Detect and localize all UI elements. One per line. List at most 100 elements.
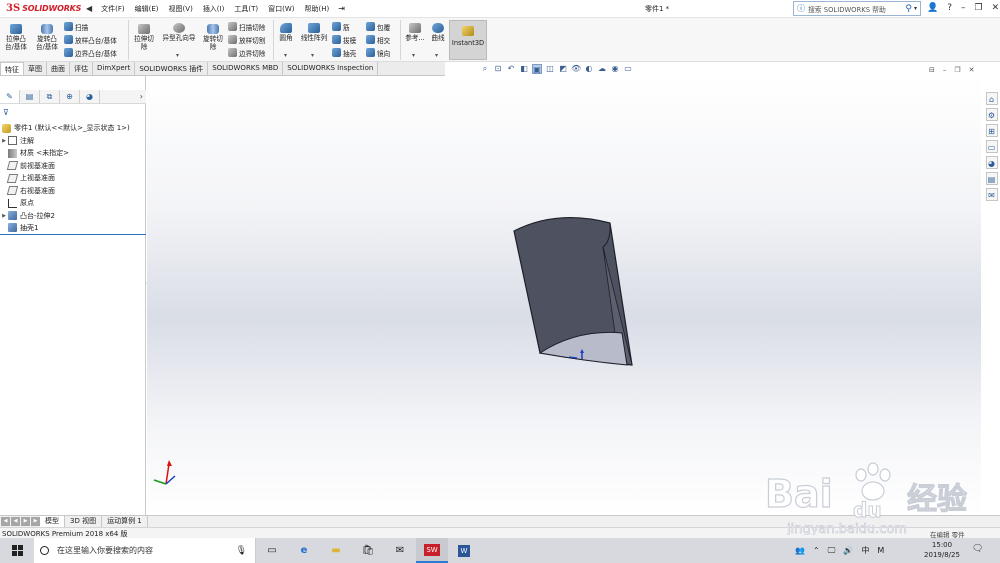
featuremanager-tab-icon[interactable]: ✎ — [0, 90, 20, 103]
expand-icon[interactable]: ▶ — [0, 213, 8, 219]
rib-button[interactable]: 筋 — [332, 21, 350, 32]
home-icon[interactable]: ⌂ — [985, 92, 998, 105]
dynamic-annotation-icon[interactable]: ▣ — [532, 64, 542, 74]
prev-tab-icon[interactable]: ◀ — [11, 517, 20, 526]
notification-center-icon[interactable]: 🗨 — [972, 544, 983, 554]
pin-icon[interactable]: ⇥ — [338, 4, 345, 13]
reference-geometry-button[interactable]: 参考... — [403, 23, 427, 42]
mail-button[interactable]: ✉ — [384, 538, 416, 563]
propertymanager-tab-icon[interactable]: ▤ — [20, 90, 40, 103]
menu-help[interactable]: 帮助(H) — [299, 4, 334, 14]
last-tab-icon[interactable]: ▶ — [31, 517, 40, 526]
help-search-input[interactable]: 搜索 SOLIDWORKS 帮助 — [808, 4, 905, 14]
appearances-icon[interactable]: ◕ — [985, 156, 998, 169]
hole-wizard-dropdown-icon[interactable]: ▾ — [176, 52, 179, 59]
forum-icon[interactable]: ✉ — [985, 188, 998, 201]
ime-indicator[interactable]: 中 — [861, 545, 869, 556]
tree-item-front-plane[interactable]: 前视基准面 — [0, 160, 146, 173]
taskbar-search-input[interactable]: 在这里输入你要搜索的内容 — [57, 545, 236, 556]
tab-features[interactable]: 特征 — [0, 62, 24, 75]
tree-item-origin[interactable]: 原点 — [0, 197, 146, 210]
custom-properties-icon[interactable]: ▤ — [985, 172, 998, 185]
menu-window[interactable]: 窗口(W) — [263, 4, 299, 14]
extrude-cut-button[interactable]: 拉伸切 除 — [131, 24, 157, 51]
tree-item-right-plane[interactable]: 右视基准面 — [0, 185, 146, 198]
network-icon[interactable]: 🖵 — [828, 546, 836, 556]
design-library-icon[interactable]: ⊞ — [985, 124, 998, 137]
solidworks-taskbar-button[interactable]: SW — [416, 538, 448, 563]
clock[interactable]: 15:00 2019/8/25 — [920, 540, 964, 560]
doc-close-icon[interactable]: ✕ — [969, 66, 975, 74]
doc-minimize-icon[interactable]: – — [943, 66, 947, 74]
file-explorer-icon[interactable]: ▭ — [985, 140, 998, 153]
curves-dropdown-icon[interactable]: ▾ — [435, 52, 438, 59]
word-button[interactable]: W — [448, 538, 480, 563]
tab-model[interactable]: 模型 — [40, 516, 65, 527]
show-hidden-icons-icon[interactable]: ⌃ — [813, 546, 820, 555]
start-button[interactable] — [0, 538, 34, 563]
view-settings-icon[interactable]: ◉ — [610, 64, 620, 74]
zoom-to-fit-icon[interactable]: ⌕ — [480, 64, 490, 74]
menu-edit[interactable]: 编辑(E) — [130, 4, 164, 14]
lofted-cut-button[interactable]: 放样切割 — [228, 34, 265, 45]
intersect-button[interactable]: 相交 — [366, 34, 390, 45]
displaymanager-tab-icon[interactable]: ◕ — [80, 90, 100, 103]
draft-button[interactable]: 拔模 — [332, 34, 356, 45]
task-view-button[interactable]: ▭ — [256, 538, 288, 563]
first-tab-icon[interactable]: ◀ — [1, 517, 10, 526]
help-search-box[interactable]: ⓘ 搜索 SOLIDWORKS 帮助 ⚲ ▾ — [793, 1, 921, 16]
display-style-icon[interactable]: ◩ — [558, 64, 568, 74]
solidworks-logo[interactable]: 3S SOLIDWORKS — [0, 0, 82, 18]
edge-button[interactable]: e — [288, 538, 320, 563]
curves-button[interactable]: 曲线 — [428, 23, 448, 42]
fillet-dropdown-icon[interactable]: ▾ — [284, 52, 287, 59]
search-icon[interactable]: ⚲ — [905, 4, 912, 14]
next-tab-icon[interactable]: ▶ — [21, 517, 30, 526]
tab-addins[interactable]: SOLIDWORKS 插件 — [135, 62, 209, 75]
menu-tools[interactable]: 工具(T) — [229, 4, 263, 14]
menu-insert[interactable]: 插入(I) — [198, 4, 230, 14]
configurationmanager-tab-icon[interactable]: ⧉ — [40, 90, 60, 103]
taskbar-search-box[interactable]: 在这里输入你要搜索的内容 🎙 — [34, 538, 256, 563]
people-icon[interactable]: 👥 — [795, 546, 805, 555]
tree-item-top-plane[interactable]: 上视基准面 — [0, 172, 146, 185]
revolve-cut-button[interactable]: 旋转切 除 — [200, 24, 226, 51]
linear-pattern-dropdown-icon[interactable]: ▾ — [311, 52, 314, 59]
tab-surfaces[interactable]: 曲面 — [47, 62, 70, 75]
tree-item-shell1[interactable]: 抽壳1 — [0, 222, 146, 235]
tree-item-part[interactable]: 零件1 (默认<<默认>_显示状态 1>) — [0, 122, 146, 135]
microphone-icon[interactable]: 🎙 — [236, 546, 247, 556]
ime-mode-icon[interactable]: M — [877, 546, 884, 555]
menu-collapse-icon[interactable]: ◀ — [86, 4, 92, 13]
fillet-button[interactable]: 圆角 — [276, 23, 296, 42]
dimxpertmanager-tab-icon[interactable]: ⊕ — [60, 90, 80, 103]
store-button[interactable]: 🛍 — [352, 538, 384, 563]
tab-dimxpert[interactable]: DimXpert — [93, 62, 136, 75]
revolve-boss-button[interactable]: 旋转凸 台/基体 — [33, 24, 61, 51]
wrap-button[interactable]: 包覆 — [366, 21, 390, 32]
close-icon[interactable]: ✕ — [992, 3, 1000, 13]
hide-show-icon[interactable]: 👁 — [571, 64, 581, 74]
restore-icon[interactable]: ❐ — [975, 3, 983, 13]
tab-3d-views[interactable]: 3D 视图 — [65, 516, 103, 527]
tab-inspection[interactable]: SOLIDWORKS Inspection — [283, 62, 379, 75]
loft-boss-button[interactable]: 放样凸台/基体 — [64, 34, 117, 45]
edit-appearance-icon[interactable]: ◐ — [584, 64, 594, 74]
shelled-cylinder-model[interactable] — [507, 211, 647, 371]
tab-motion-study[interactable]: 运动算例 1 — [102, 516, 148, 527]
minimize-icon[interactable]: – — [961, 3, 966, 13]
chevron-down-icon[interactable]: ▾ — [914, 5, 917, 12]
graphics-area[interactable] — [147, 76, 981, 515]
filter-icon[interactable]: ⊽ — [3, 108, 9, 117]
boundary-cut-button[interactable]: 边界切除 — [228, 47, 265, 58]
view-orientation-icon[interactable]: ◫ — [545, 64, 555, 74]
zoom-to-area-icon[interactable]: ⊡ — [493, 64, 503, 74]
user-icon[interactable]: 👤 — [927, 3, 938, 13]
tree-item-boss-extrude2[interactable]: ▶ 凸台-拉伸2 — [0, 210, 146, 223]
hole-wizard-button[interactable]: 异型孔向导 — [159, 23, 199, 42]
reference-dropdown-icon[interactable]: ▾ — [412, 52, 415, 59]
chevron-right-icon[interactable]: › — [140, 92, 143, 101]
extrude-boss-button[interactable]: 拉伸凸 台/基体 — [3, 24, 29, 51]
menu-view[interactable]: 视图(V) — [164, 4, 198, 14]
menu-file[interactable]: 文件(F) — [96, 4, 130, 14]
